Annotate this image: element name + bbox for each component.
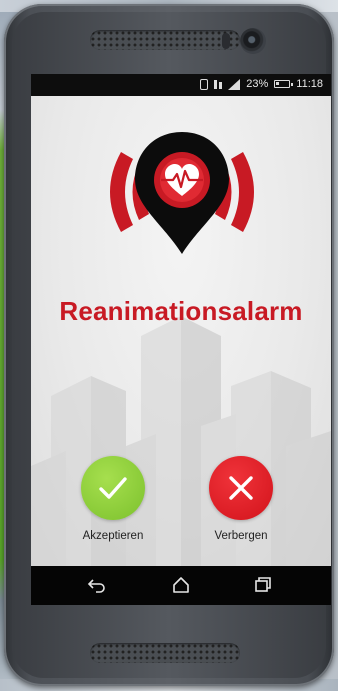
- phone-screen: 23% 11:18 Reanimationsalarm Akzeptieren …: [31, 74, 331, 605]
- hide-button[interactable]: Verbergen: [191, 456, 291, 542]
- alarm-title: Reanimationsalarm: [59, 296, 303, 326]
- home-icon[interactable]: [171, 576, 191, 594]
- hide-circle[interactable]: [209, 456, 273, 520]
- battery-percent: 23%: [246, 78, 269, 90]
- clock: 11:18: [296, 78, 323, 90]
- accept-button[interactable]: Akzeptieren: [63, 456, 163, 542]
- alarm-screen: Reanimationsalarm Akzeptieren Verbergen: [31, 96, 331, 566]
- signal-icon: [228, 78, 241, 90]
- recent-apps-icon[interactable]: [253, 576, 273, 594]
- status-bar: 23% 11:18: [31, 74, 331, 96]
- front-camera-icon: [240, 28, 266, 54]
- check-icon: [99, 477, 127, 499]
- proximity-sensor: [222, 33, 230, 49]
- heart-pulse-alarm-icon: [110, 132, 254, 254]
- bottom-speaker-grille: [90, 643, 240, 663]
- accept-circle[interactable]: [81, 456, 145, 520]
- navigation-bar: [31, 566, 331, 605]
- status-icons: 23% 11:18: [200, 78, 323, 90]
- vibrate-icon: [200, 78, 209, 90]
- data-icon: [214, 79, 223, 90]
- back-icon[interactable]: [87, 576, 107, 594]
- close-icon: [229, 476, 253, 500]
- battery-icon: [274, 80, 294, 88]
- accept-label: Akzeptieren: [82, 530, 144, 542]
- top-speaker-grille: [90, 30, 240, 50]
- hide-label: Verbergen: [214, 530, 268, 542]
